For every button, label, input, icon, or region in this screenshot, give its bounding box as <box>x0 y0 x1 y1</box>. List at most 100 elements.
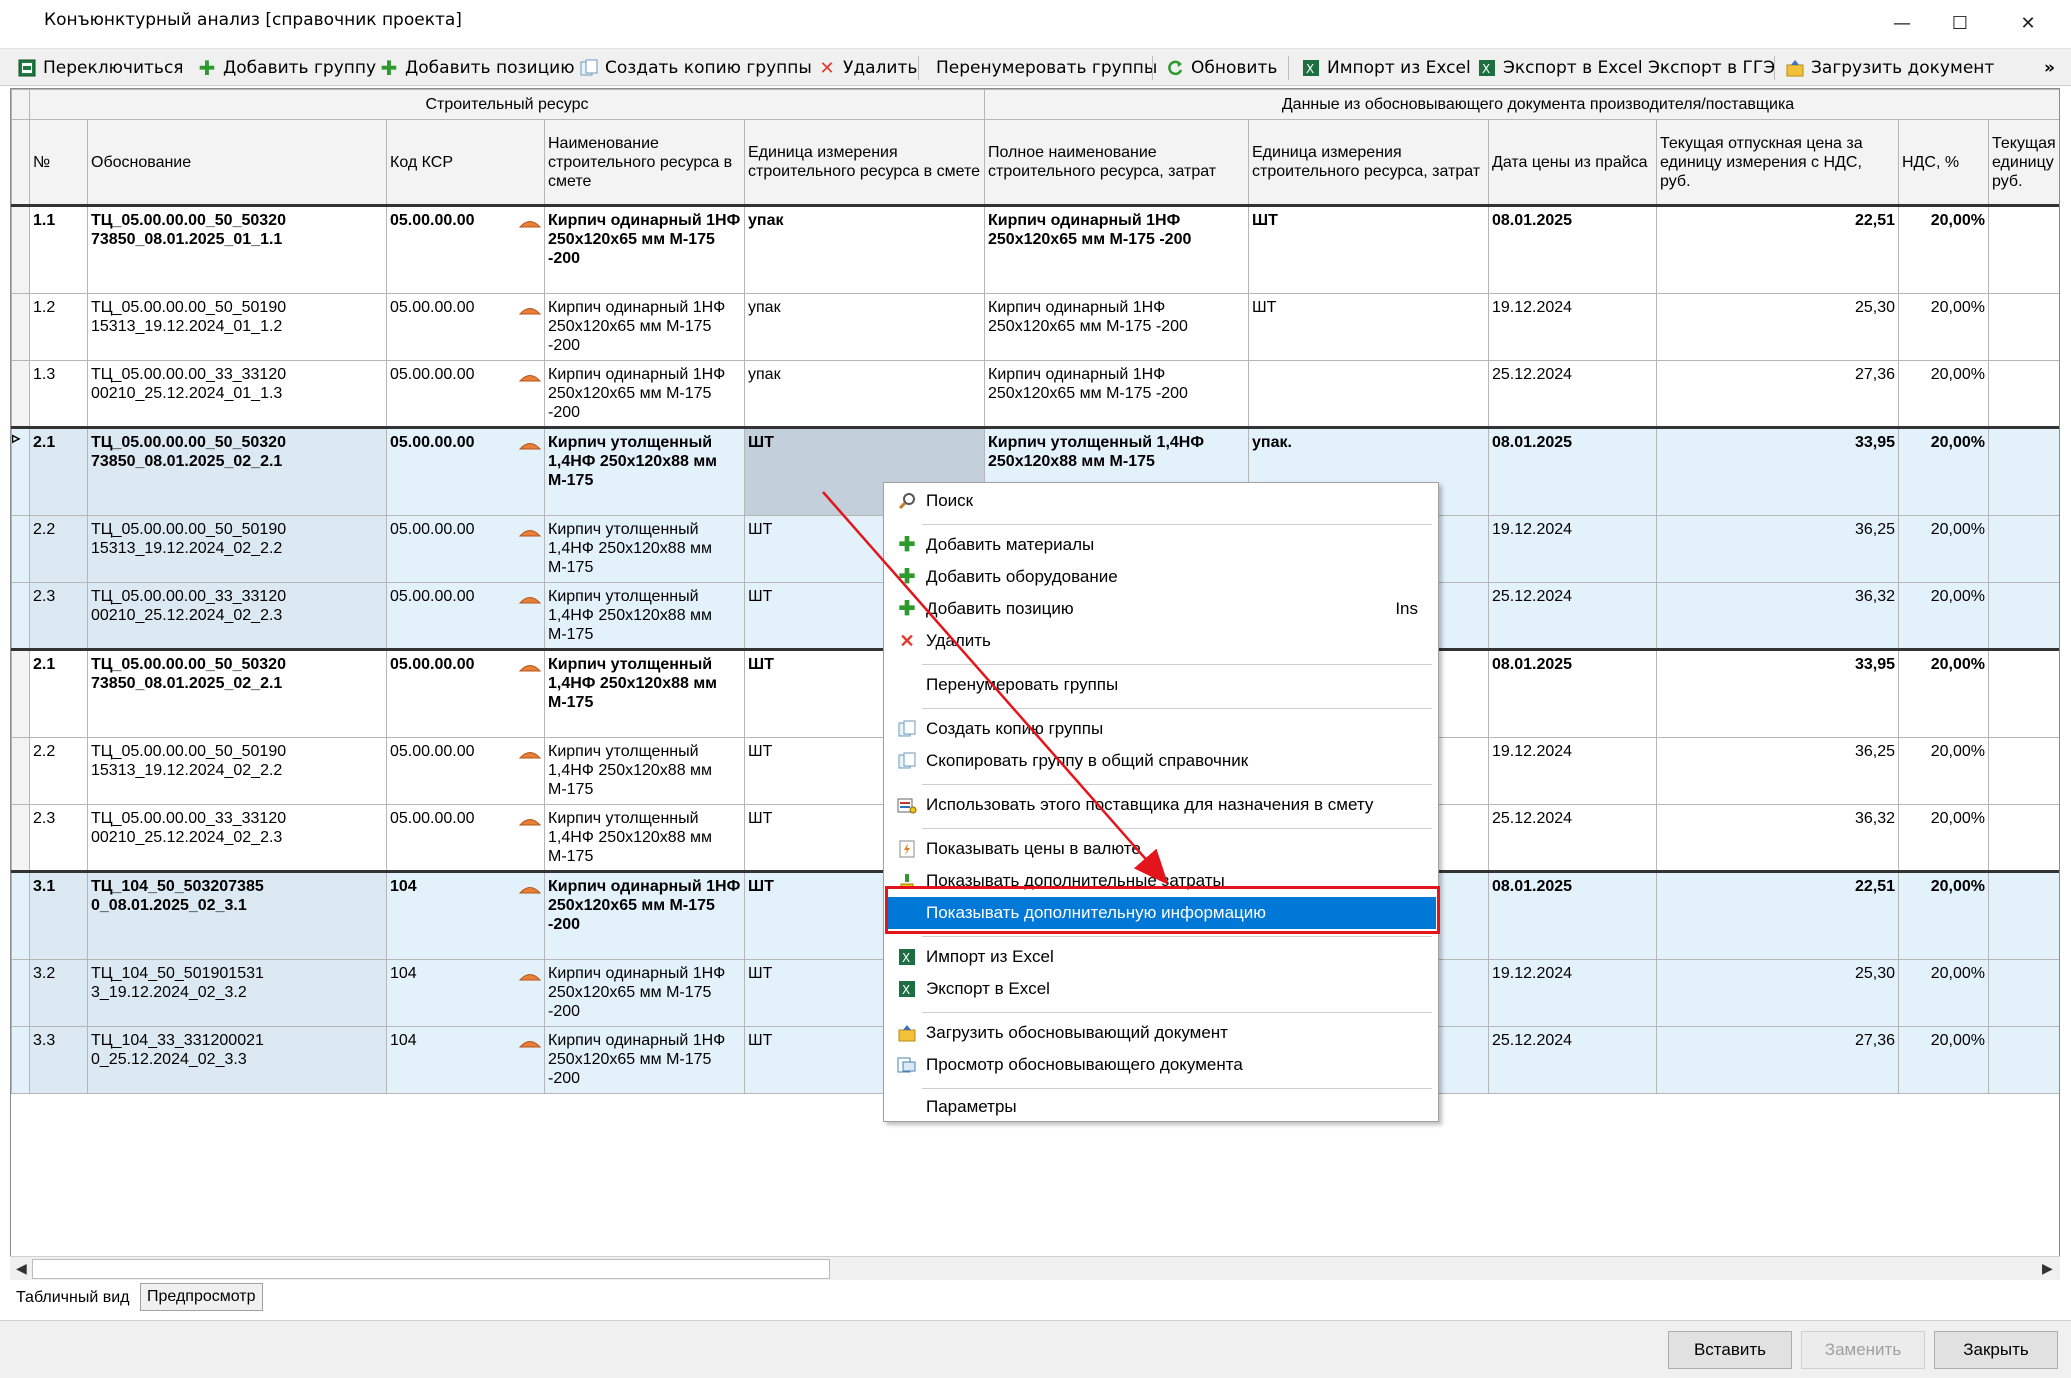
row-indicator[interactable] <box>11 1026 30 1094</box>
cell-extra[interactable] <box>1987 804 2059 872</box>
cell-n[interactable]: 2.2 <box>29 515 88 583</box>
close-window-button[interactable]: ✕ <box>1998 0 2058 46</box>
cell-osn[interactable]: ТЦ_05.00.00.00_33_33120 00210_25.12.2024… <box>87 360 387 428</box>
cell-n[interactable]: 2.2 <box>29 737 88 805</box>
cell-extra[interactable] <box>1987 959 2059 1027</box>
cell-extra[interactable] <box>1987 1026 2059 1094</box>
cell-n[interactable]: 3.1 <box>29 870 88 960</box>
row-indicator[interactable] <box>11 959 30 1027</box>
cell-nds[interactable]: 20,00% <box>1898 648 1989 738</box>
menu-item-load-doc[interactable]: Загрузить обосновывающий документ <box>886 1017 1436 1049</box>
cell-ksr[interactable]: 05.00.00.00 <box>386 737 545 805</box>
cell-ksr[interactable]: 05.00.00.00 <box>386 515 545 583</box>
cell-unit2[interactable]: ШТ <box>1248 204 1489 294</box>
menu-item-show-currency[interactable]: Показывать цены в валюте <box>886 833 1436 865</box>
close-button[interactable]: Закрыть <box>1934 1331 2058 1369</box>
cell-price[interactable]: 27,36 <box>1656 1026 1899 1094</box>
column-header[interactable]: Код КСР <box>386 119 545 207</box>
cell-date[interactable]: 08.01.2025 <box>1488 648 1657 738</box>
cell-extra[interactable] <box>1987 204 2059 294</box>
cell-name[interactable]: Кирпич утолщенный 1,4НФ 250х120х88 мм М-… <box>544 804 745 872</box>
cell-price[interactable]: 33,95 <box>1656 426 1899 516</box>
cell-n[interactable]: 2.1 <box>29 648 88 738</box>
cell-price[interactable]: 36,25 <box>1656 737 1899 805</box>
cell-unit[interactable]: упак <box>744 204 985 294</box>
cell-unit[interactable]: упак <box>744 360 985 428</box>
cell-price[interactable]: 36,32 <box>1656 804 1899 872</box>
cell-ksr[interactable]: 05.00.00.00 <box>386 582 545 650</box>
menu-item-params[interactable]: Параметры <box>886 1091 1436 1123</box>
cell-nds[interactable]: 20,00% <box>1898 870 1989 960</box>
renumber-button[interactable]: Перенумеровать группы <box>932 54 1161 82</box>
cell-ksr[interactable]: 05.00.00.00 <box>386 204 545 294</box>
menu-item-add-materials[interactable]: ✚ Добавить материалы <box>886 529 1436 561</box>
cell-name[interactable]: Кирпич утолщенный 1,4НФ 250х120х88 мм М-… <box>544 737 745 805</box>
scrollbar-thumb[interactable] <box>32 1259 830 1279</box>
cell-osn[interactable]: ТЦ_05.00.00.00_50_50320 73850_08.01.2025… <box>87 648 387 738</box>
cell-name[interactable]: Кирпич одинарный 1НФ 250х120х65 мм М-175… <box>544 959 745 1027</box>
copy-group-button[interactable]: Создать копию группы <box>576 54 816 82</box>
cell-price[interactable]: 22,51 <box>1656 870 1899 960</box>
cell-n[interactable]: 3.3 <box>29 1026 88 1094</box>
row-indicator[interactable] <box>11 870 30 960</box>
menu-item-copy-to-common[interactable]: Скопировать группу в общий справочник <box>886 745 1436 777</box>
cell-nds[interactable]: 20,00% <box>1898 582 1989 650</box>
menu-item-add-equipment[interactable]: ✚ Добавить оборудование <box>886 561 1436 593</box>
minimize-button[interactable]: — <box>1872 0 1932 46</box>
cell-n[interactable]: 1.3 <box>29 360 88 428</box>
cell-osn[interactable]: ТЦ_05.00.00.00_50_50190 15313_19.12.2024… <box>87 515 387 583</box>
menu-item-use-supplier[interactable]: Использовать этого поставщика для назнач… <box>886 789 1436 821</box>
export-excel-button[interactable]: X Экспорт в Excel <box>1474 54 1647 82</box>
cell-full[interactable]: Кирпич одинарный 1НФ 250х120х65 мм М-175… <box>984 293 1249 361</box>
column-header[interactable]: Текущая единицу и руб. <box>1987 119 2059 207</box>
switch-button[interactable]: Переключиться <box>14 54 188 82</box>
menu-item-export-excel[interactable]: X Экспорт в Excel <box>886 973 1436 1005</box>
cell-date[interactable]: 19.12.2024 <box>1488 515 1657 583</box>
column-header[interactable]: НДС, % <box>1898 119 1989 207</box>
cell-extra[interactable] <box>1987 870 2059 960</box>
export-gge-button[interactable]: Экспорт в ГГЭ <box>1644 54 1779 82</box>
menu-item-search[interactable]: Поиск <box>886 485 1436 517</box>
row-indicator[interactable] <box>11 804 30 872</box>
add-group-button[interactable]: ✚ Добавить группу <box>194 54 380 82</box>
row-indicator[interactable] <box>11 293 30 361</box>
menu-item-copy-group[interactable]: Создать копию группы <box>886 713 1436 745</box>
cell-n[interactable]: 2.1 <box>29 426 88 516</box>
column-header[interactable]: № <box>29 119 88 207</box>
cell-osn[interactable]: ТЦ_104_33_331200021 0_25.12.2024_02_3.3 <box>87 1026 387 1094</box>
cell-full[interactable]: Кирпич одинарный 1НФ 250х120х65 мм М-175… <box>984 360 1249 428</box>
cell-extra[interactable] <box>1987 293 2059 361</box>
column-header[interactable]: Полное наименование строительного ресурс… <box>984 119 1249 207</box>
cell-name[interactable]: Кирпич одинарный 1НФ 250х120х65 мм М-175… <box>544 293 745 361</box>
cell-extra[interactable] <box>1987 737 2059 805</box>
cell-extra[interactable] <box>1987 582 2059 650</box>
cell-name[interactable]: Кирпич одинарный 1НФ 250х120х65 мм М-175… <box>544 870 745 960</box>
cell-ksr[interactable]: 05.00.00.00 <box>386 426 545 516</box>
cell-name[interactable]: Кирпич утолщенный 1,4НФ 250х120х88 мм М-… <box>544 648 745 738</box>
cell-ksr[interactable]: 05.00.00.00 <box>386 804 545 872</box>
row-indicator[interactable] <box>11 204 30 294</box>
replace-button[interactable]: Заменить <box>1801 1331 1925 1369</box>
column-header[interactable]: Единица измерения строительного ресурса … <box>744 119 985 207</box>
cell-n[interactable]: 1.2 <box>29 293 88 361</box>
row-indicator[interactable] <box>11 360 30 428</box>
cell-price[interactable]: 25,30 <box>1656 293 1899 361</box>
cell-ksr[interactable]: 104 <box>386 1026 545 1094</box>
row-indicator[interactable] <box>11 515 30 583</box>
table-row[interactable]: 1.1 ТЦ_05.00.00.00_50_50320 73850_08.01.2… <box>11 204 2059 294</box>
cell-unit[interactable]: упак <box>744 293 985 361</box>
cell-nds[interactable]: 20,00% <box>1898 515 1989 583</box>
cell-date[interactable]: 25.12.2024 <box>1488 804 1657 872</box>
menu-item-import-excel[interactable]: X Импорт из Excel <box>886 941 1436 973</box>
horizontal-scrollbar[interactable]: ◀ ▶ <box>10 1256 2060 1280</box>
column-header[interactable]: Единица измерения строительного ресурса,… <box>1248 119 1489 207</box>
cell-name[interactable]: Кирпич утолщенный 1,4НФ 250х120х88 мм М-… <box>544 582 745 650</box>
menu-item-view-doc[interactable]: Просмотр обосновывающего документа <box>886 1049 1436 1081</box>
tab-table-view[interactable]: Табличный вид <box>10 1285 136 1313</box>
cell-osn[interactable]: ТЦ_05.00.00.00_33_33120 00210_25.12.2024… <box>87 582 387 650</box>
maximize-button[interactable]: ☐ <box>1930 0 1990 46</box>
cell-n[interactable]: 2.3 <box>29 582 88 650</box>
cell-extra[interactable] <box>1987 360 2059 428</box>
cell-date[interactable]: 19.12.2024 <box>1488 293 1657 361</box>
cell-osn[interactable]: ТЦ_104_50_503207385 0_08.01.2025_02_3.1 <box>87 870 387 960</box>
